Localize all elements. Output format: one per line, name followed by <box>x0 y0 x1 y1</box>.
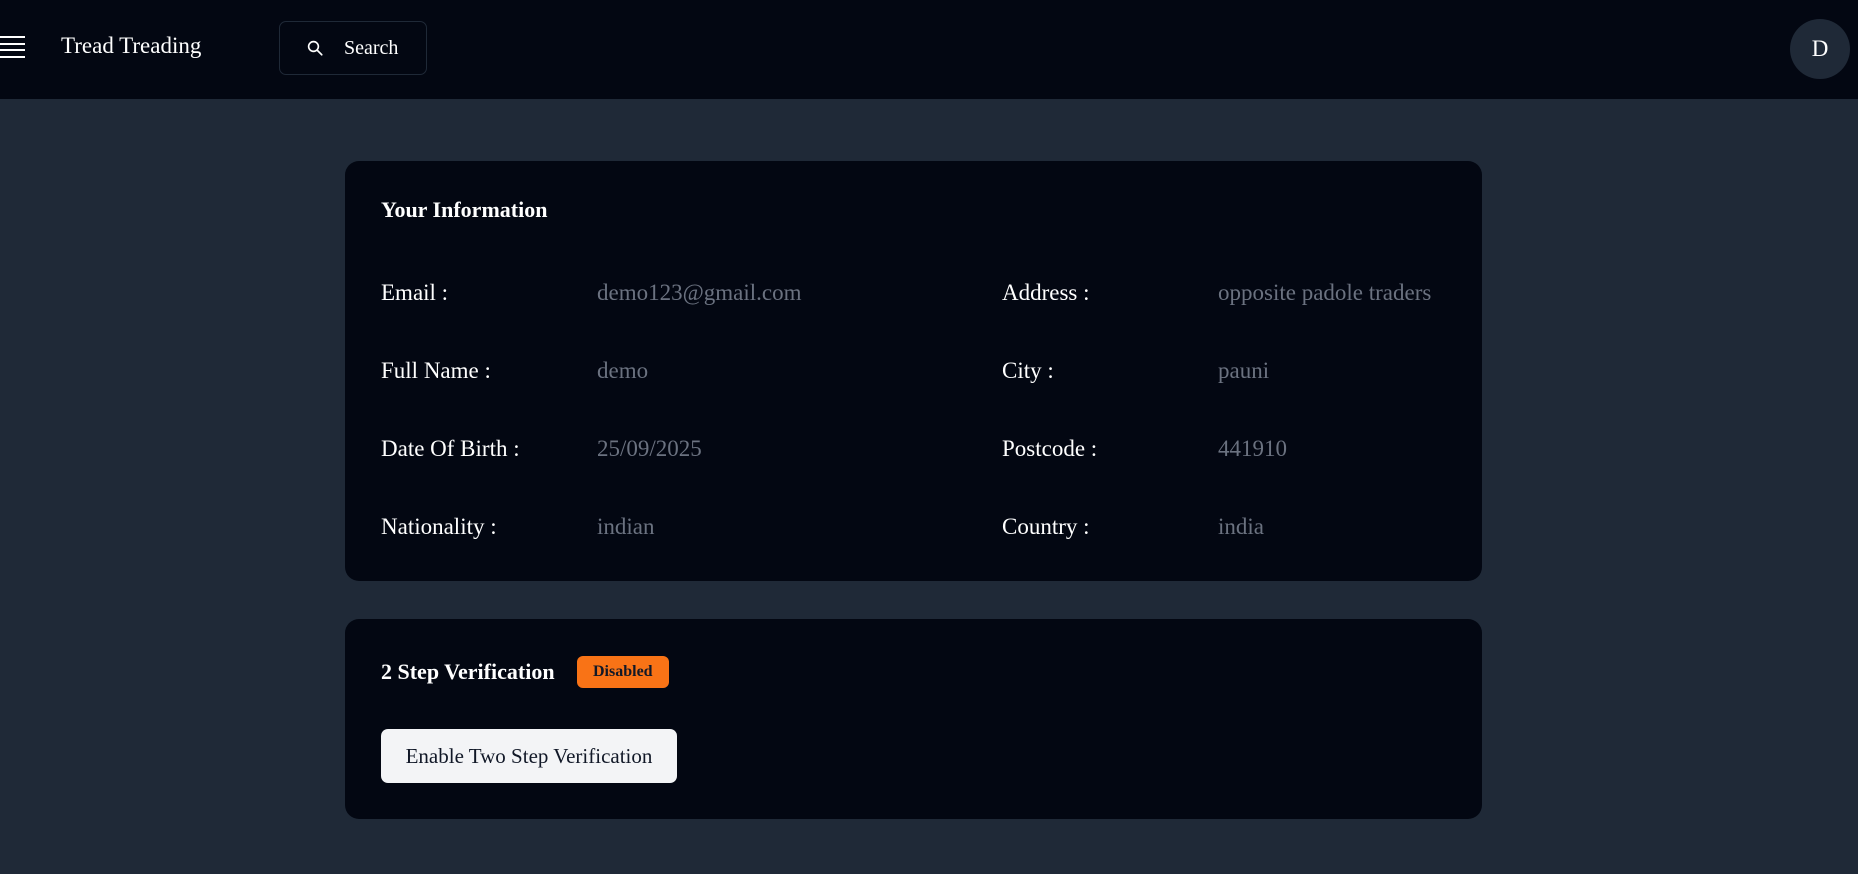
city-value: pauni <box>1218 358 1270 383</box>
city-label: City : <box>1002 358 1054 383</box>
country-value: india <box>1218 514 1264 539</box>
enable-two-step-button[interactable]: Enable Two Step Verification <box>381 729 677 783</box>
avatar[interactable]: D <box>1790 19 1850 79</box>
menu-icon[interactable] <box>0 36 26 58</box>
address-label: Address : <box>1002 280 1090 305</box>
search-button[interactable]: Search <box>279 21 427 75</box>
date-of-birth-value: 25/09/2025 <box>597 436 702 461</box>
search-icon <box>307 40 323 56</box>
full-name-value: demo <box>597 358 649 383</box>
two-step-verification-title: 2 Step Verification <box>381 659 555 684</box>
top-navbar: Tread Treading Search D <box>0 0 1858 99</box>
two-step-verification-card: 2 Step Verification Disabled Enable Two … <box>345 619 1482 819</box>
email-label: Email : <box>381 280 449 305</box>
your-information-card: Your Information Email : demo123@gmail.c… <box>345 161 1482 581</box>
your-information-title: Your Information <box>381 197 548 222</box>
nationality-label: Nationality : <box>381 514 497 539</box>
date-of-birth-label: Date Of Birth : <box>381 436 520 461</box>
brand-title[interactable]: Tread Treading <box>61 33 201 59</box>
postcode-label: Postcode : <box>1002 436 1098 461</box>
status-badge: Disabled <box>577 656 669 688</box>
address-value: opposite padole traders <box>1218 280 1432 305</box>
full-name-label: Full Name : <box>381 358 491 383</box>
country-label: Country : <box>1002 514 1090 539</box>
postcode-value: 441910 <box>1218 436 1287 461</box>
email-value: demo123@gmail.com <box>597 280 802 305</box>
search-label: Search <box>344 36 399 59</box>
nationality-value: indian <box>597 514 655 539</box>
